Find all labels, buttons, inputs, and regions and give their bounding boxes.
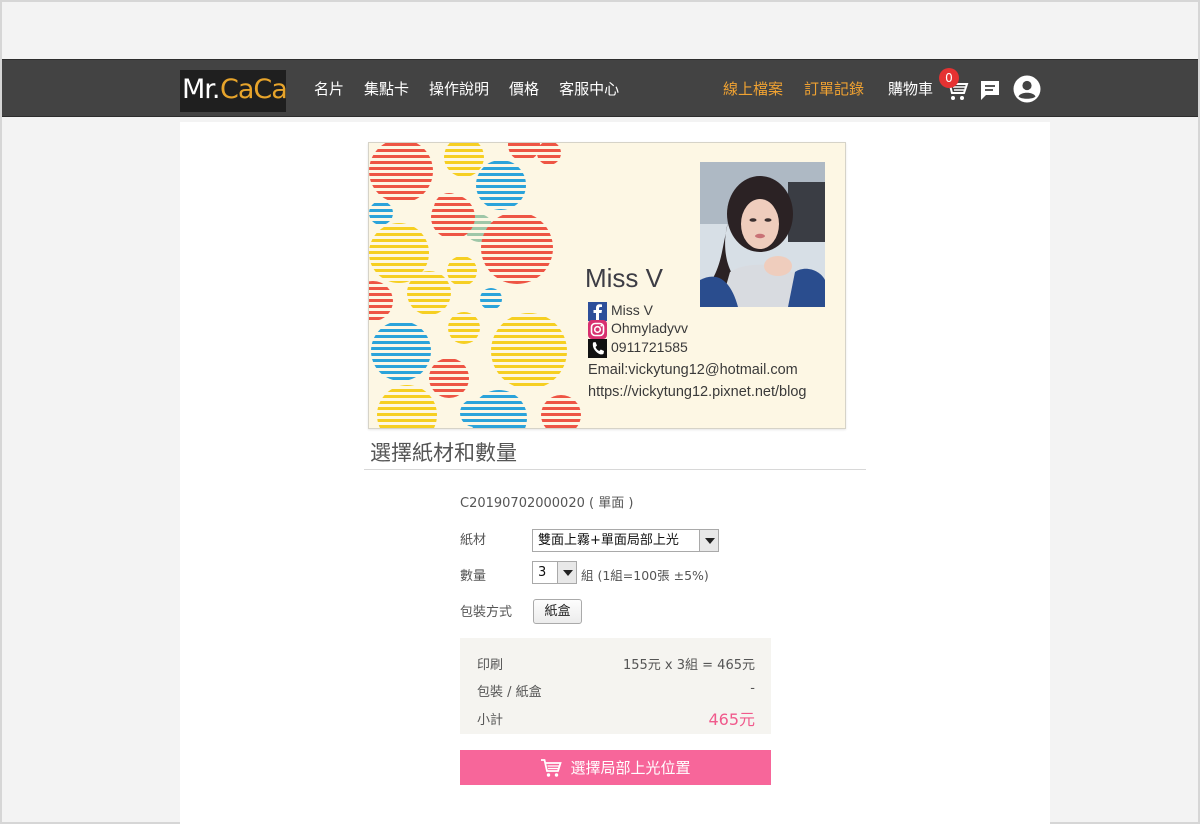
packaging-box-button[interactable]: 紙盒 — [533, 599, 582, 624]
message-icon[interactable] — [978, 78, 1002, 102]
select-spot-gloss-button[interactable]: 選擇局部上光位置 — [460, 750, 771, 785]
order-id: C20190702000020 ( 單面 ) — [460, 496, 634, 511]
summary-print-value: 155元 x 3組 = 465元 — [622, 658, 755, 673]
phone-icon — [588, 339, 607, 358]
nav-price[interactable]: 價格 — [509, 78, 539, 100]
instagram-icon — [588, 320, 607, 339]
card-instagram: Ohmyladyvv — [611, 320, 689, 336]
quantity-label: 數量 — [460, 569, 487, 584]
price-summary: 印刷 155元 x 3組 = 465元 包裝 / 紙盒 - 小計 465元 — [460, 638, 771, 734]
summary-subtotal-value: 465元 — [708, 710, 755, 729]
logo-mr-text: Mr. — [182, 74, 220, 105]
account-nav: 線上檔案 訂單記錄 — [723, 78, 864, 100]
summary-subtotal-label: 小計 — [477, 712, 504, 728]
nav-online-files[interactable]: 線上檔案 — [723, 78, 783, 100]
chevron-down-icon — [557, 562, 576, 583]
section-divider — [364, 469, 866, 470]
quantity-select-value: 3 — [538, 565, 547, 580]
nav-order-history[interactable]: 訂單記錄 — [804, 78, 864, 100]
business-card-preview: Miss V Miss V Ohmyladyvv 0911721585 Emai… — [368, 142, 846, 429]
profile-photo — [700, 162, 825, 307]
paper-label: 紙材 — [460, 533, 487, 548]
top-navbar: Mr. CaCa 名片 集點卡 操作說明 價格 客服中心 線上檔案 訂單記錄 購… — [2, 59, 1198, 117]
card-blog: https://vickytung12.pixnet.net/blog — [588, 384, 807, 400]
cart-count-badge: 0 — [939, 68, 959, 88]
facebook-icon — [588, 302, 607, 321]
packaging-label: 包裝方式 — [460, 605, 513, 620]
nav-support[interactable]: 客服中心 — [559, 78, 619, 100]
nav-cart-label[interactable]: 購物車 — [888, 78, 933, 100]
summary-pack-value: - — [750, 681, 755, 696]
summary-print-label: 印刷 — [477, 658, 504, 673]
paper-select[interactable]: 雙面上霧+單面局部上光 — [532, 529, 719, 552]
logo-caca-text: CaCa — [220, 74, 288, 105]
section-title: 選擇紙材和數量 — [370, 441, 517, 465]
cart-icon — [541, 758, 563, 777]
card-facebook: Miss V — [611, 302, 653, 318]
summary-pack-label: 包裝 / 紙盒 — [477, 685, 542, 700]
nav-stamp-cards[interactable]: 集點卡 — [364, 78, 409, 100]
summary-print-row: 印刷 155元 x 3組 = 465元 — [477, 654, 755, 673]
select-spot-gloss-label: 選擇局部上光位置 — [570, 759, 691, 777]
chevron-down-icon — [699, 530, 718, 551]
account-icon[interactable] — [1012, 74, 1042, 104]
quantity-select[interactable]: 3 — [532, 561, 577, 584]
nav-business-cards[interactable]: 名片 — [314, 78, 344, 100]
main-nav: 名片 集點卡 操作說明 價格 客服中心 — [314, 78, 619, 100]
card-name: Miss V — [585, 263, 663, 293]
brand-logo[interactable]: Mr. CaCa — [180, 70, 288, 112]
quantity-unit-note: 組 (1組=100張 ±5%) — [581, 568, 709, 583]
summary-subtotal-row: 小計 465元 — [477, 706, 755, 730]
summary-pack-row: 包裝 / 紙盒 - — [477, 681, 755, 700]
paper-select-value: 雙面上霧+單面局部上光 — [538, 533, 679, 548]
card-phone: 0911721585 — [611, 339, 688, 355]
card-email: Email:vickytung12@hotmail.com — [588, 362, 798, 378]
nav-instructions[interactable]: 操作說明 — [429, 78, 489, 100]
